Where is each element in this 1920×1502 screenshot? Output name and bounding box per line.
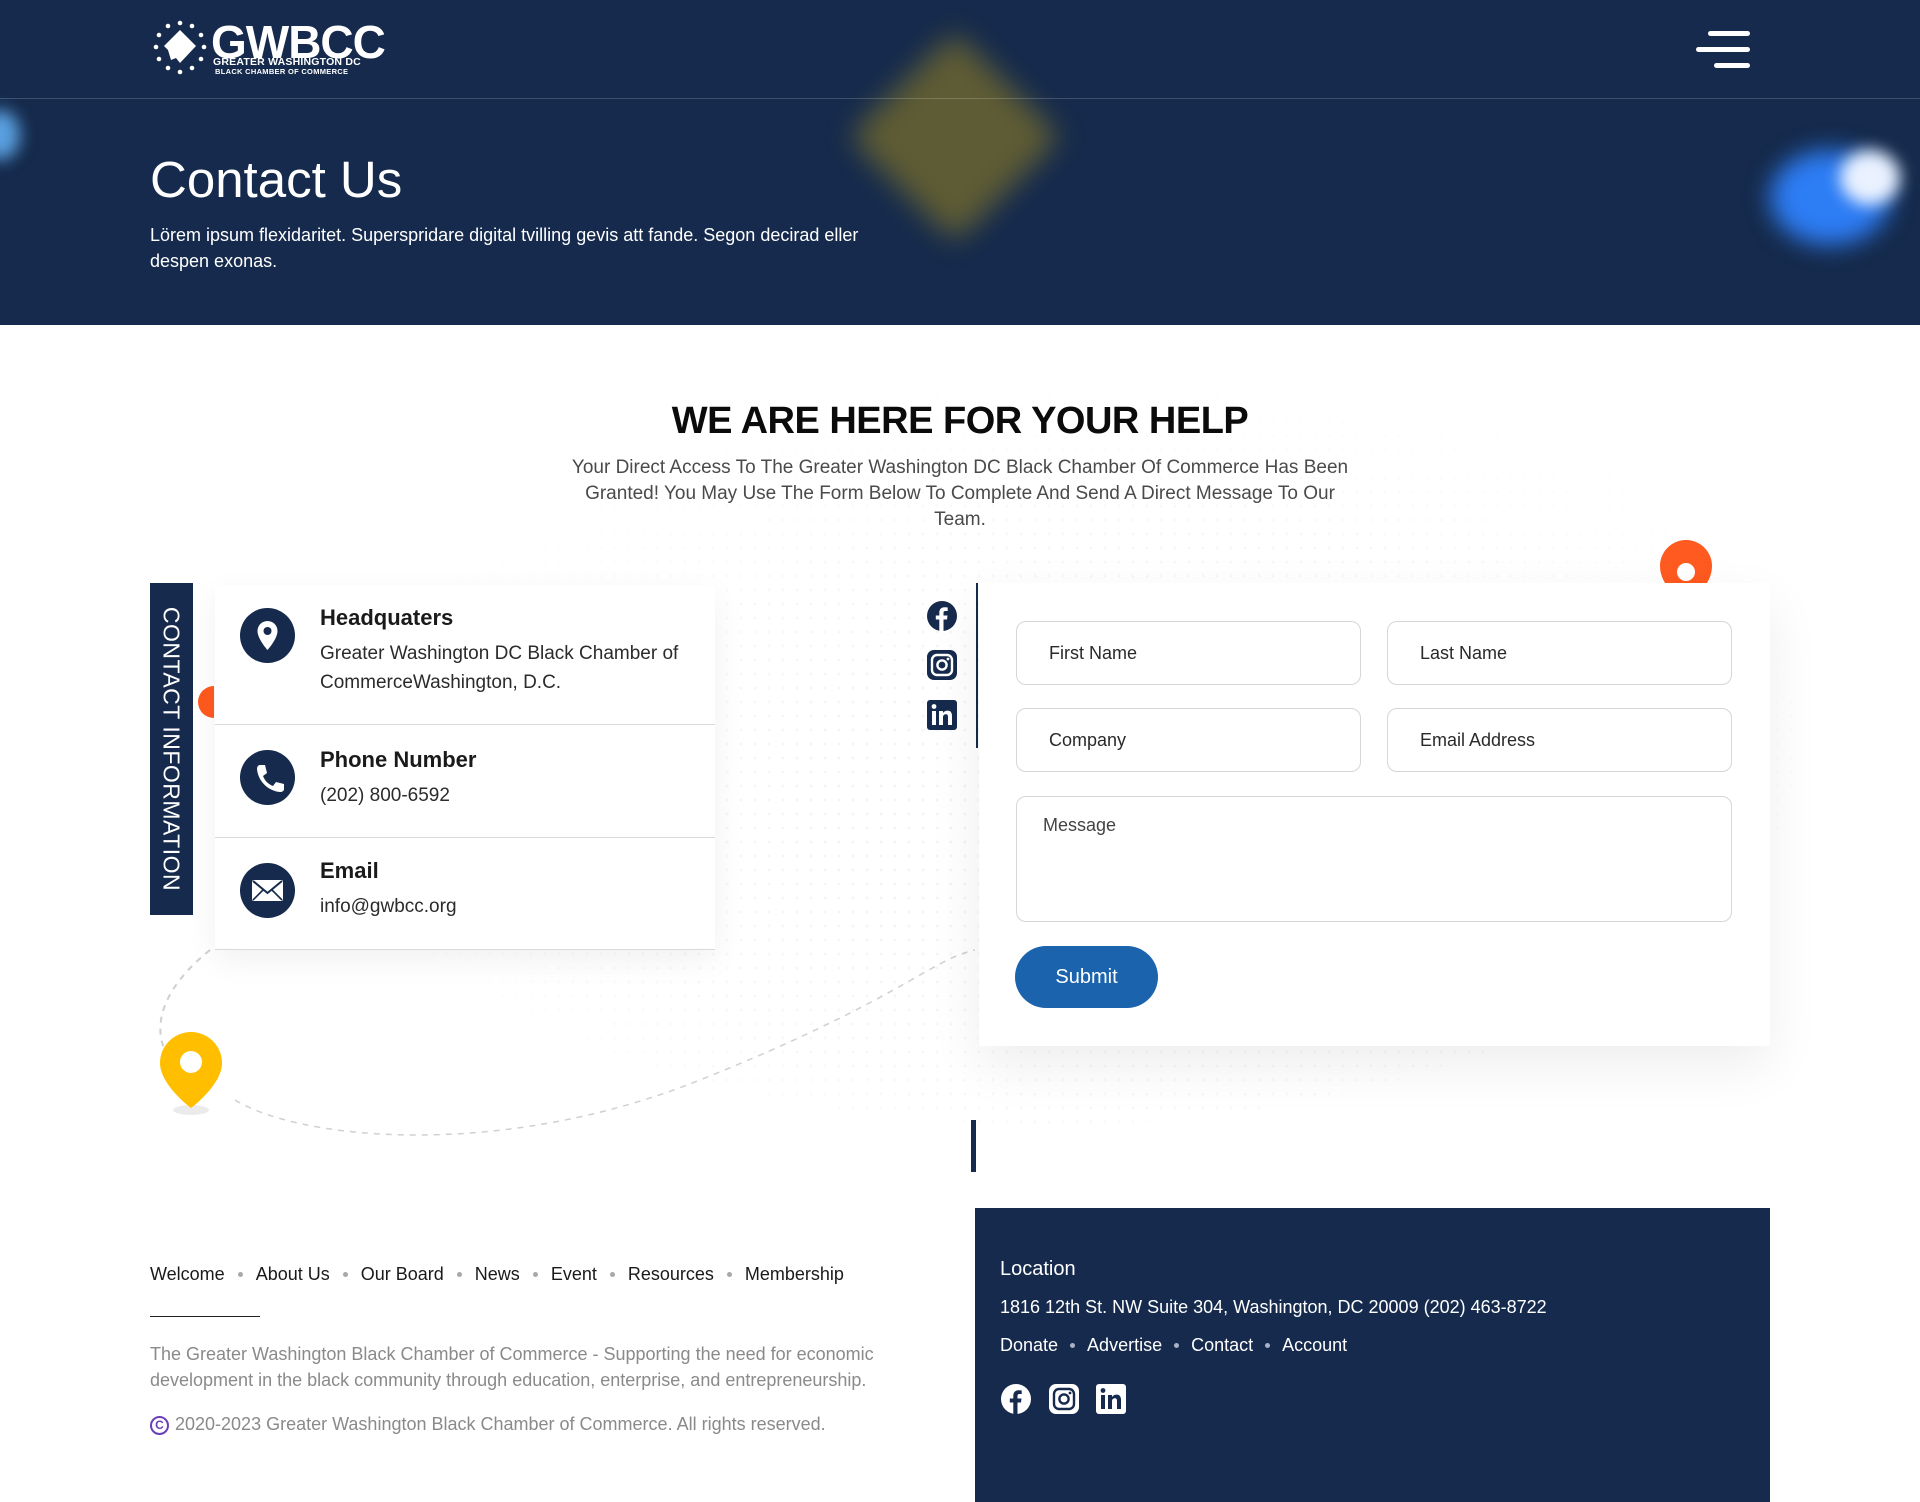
separator-dot [532,1272,538,1277]
separator-dot [237,1272,243,1277]
separator-dot [1265,1343,1271,1348]
social-divider [976,583,978,748]
footer-link-account[interactable]: Account [1282,1335,1347,1356]
map-pin-icon [160,1032,222,1115]
contact-info-panel: Headquaters Greater Washington DC Black … [215,585,715,950]
footer-secondary-navigation: Donate Advertise Contact Account [1000,1335,1347,1356]
last-name-field[interactable] [1387,621,1732,685]
contact-information-label: CONTACT INFORMATION [158,606,185,892]
separator-dot [726,1272,732,1277]
location-address: 1816 12th St. NW Suite 304, Washington, … [1000,1297,1547,1317]
footer-description: The Greater Washington Black Chamber of … [150,1344,874,1390]
facebook-icon[interactable] [1000,1383,1032,1415]
location-title: Location [1000,1258,1076,1280]
phone-icon [240,750,295,805]
contact-form: Submit [979,583,1770,1046]
phone-number[interactable]: (202) 800-6592 [320,781,690,810]
headquarters-address: Greater Washington DC Black Chamber of C… [320,643,679,693]
contact-information-tab: CONTACT INFORMATION [150,583,193,915]
company-field[interactable] [1016,708,1361,772]
footer-link-news[interactable]: News [475,1264,520,1285]
footer-link-welcome[interactable]: Welcome [150,1264,225,1285]
linkedin-icon[interactable] [926,699,960,733]
footer-rule [150,1316,260,1317]
contact-item-title: Headquaters [320,605,454,630]
separator-dot [1174,1343,1180,1348]
footer-navigation: Welcome About Us Our Board News Event Re… [150,1264,844,1285]
footer-link-resources[interactable]: Resources [628,1264,714,1285]
footer-link-our-board[interactable]: Our Board [361,1264,444,1285]
instagram-icon[interactable] [1048,1383,1080,1415]
footer-link-donate[interactable]: Donate [1000,1335,1058,1356]
footer-link-membership[interactable]: Membership [745,1264,844,1285]
footer-link-event[interactable]: Event [551,1264,597,1285]
location-pin-icon [240,608,295,663]
first-name-field[interactable] [1016,621,1361,685]
copyright-text: 2020-2023 Greater Washington Black Chamb… [175,1414,826,1434]
footer-link-advertise[interactable]: Advertise [1087,1335,1162,1356]
facebook-icon[interactable] [926,600,960,634]
submit-button[interactable]: Submit [1015,946,1158,1008]
footer-link-contact[interactable]: Contact [1191,1335,1253,1356]
linkedin-icon[interactable] [1095,1383,1127,1415]
section-description: Your Direct Access To The Greater Washin… [571,457,1349,530]
contact-item-email: Email info@gwbcc.org [215,838,715,950]
contact-item-headquarters: Headquaters Greater Washington DC Black … [215,585,715,725]
contact-item-title: Email [320,858,379,883]
section-title: WE ARE HERE FOR YOUR HELP [671,400,1249,442]
message-field[interactable] [1016,796,1732,922]
copyright-notice: C 2020-2023 Greater Washington Black Cham… [150,1414,826,1435]
separator-dot [1070,1343,1076,1348]
separator-dot [456,1272,462,1277]
email-address[interactable]: info@gwbcc.org [320,892,690,921]
footer-link-about-us[interactable]: About Us [256,1264,330,1285]
copyright-icon: C [150,1416,169,1435]
footer-location-panel: Location 1816 12th St. NW Suite 304, Was… [975,1208,1770,1502]
footer-divider [971,1120,976,1172]
email-field[interactable] [1387,708,1732,772]
separator-dot [609,1272,615,1277]
instagram-icon[interactable] [926,649,960,683]
contact-item-title: Phone Number [320,747,477,772]
envelope-icon [240,863,295,918]
contact-item-phone: Phone Number (202) 800-6592 [215,725,715,838]
separator-dot [342,1272,348,1277]
